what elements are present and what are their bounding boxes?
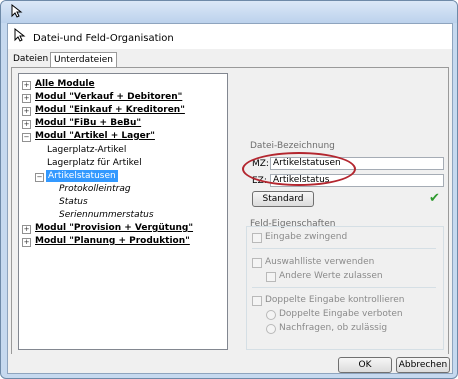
- expand-icon[interactable]: +: [22, 81, 31, 90]
- button-bar: OK Abbrechen: [8, 354, 452, 373]
- tree-item-seriennummerstatus[interactable]: Seriennummerstatus: [59, 209, 154, 221]
- collapse-icon[interactable]: −: [35, 173, 44, 182]
- expand-icon[interactable]: +: [22, 107, 31, 116]
- dialog-window: Datei-und Feld-Organisation Dateien Unte…: [0, 0, 458, 379]
- window-title: Datei-und Feld-Organisation: [33, 33, 174, 44]
- tree-item-fibu[interactable]: Modul "FiBu + BeBu": [35, 117, 141, 129]
- tree-item-lagerplatz-artikel[interactable]: Lagerplatz-Artikel: [47, 144, 126, 156]
- andere-werte-checkbox[interactable]: [266, 272, 276, 282]
- tab-dateien[interactable]: Dateien: [13, 52, 48, 66]
- tree-item-planung[interactable]: Modul "Planung + Produktion": [35, 235, 190, 247]
- datei-bezeichnung-label: Datei-Bezeichnung: [250, 141, 335, 151]
- cursor-icon: [9, 3, 23, 18]
- header-area: Datei-und Feld-Organisation: [8, 24, 452, 49]
- standard-button[interactable]: Standard: [252, 191, 314, 207]
- eingabe-zwingend-label: Eingabe zwingend: [265, 232, 348, 242]
- tab-strip: Dateien Unterdateien: [8, 52, 452, 68]
- title-bar[interactable]: [1, 1, 457, 23]
- cancel-button[interactable]: Abbrechen: [396, 357, 450, 373]
- tree-item-alle-module[interactable]: Alle Module: [35, 78, 95, 90]
- doppelte-kontrollieren-label: Doppelte Eingabe kontrollieren: [265, 295, 405, 305]
- tab-unterdateien[interactable]: Unterdateien: [50, 52, 117, 68]
- dialog-body: Datei-und Feld-Organisation Dateien Unte…: [7, 23, 453, 374]
- tree-item-artikelstatusen[interactable]: Artikelstatusen: [46, 170, 118, 182]
- module-tree[interactable]: + Alle Module + Modul "Verkauf + Debitor…: [18, 73, 228, 350]
- tab-panel: + Alle Module + Modul "Verkauf + Debitor…: [11, 67, 449, 356]
- tree-item-protokolleintrag[interactable]: Protokolleintrag: [59, 183, 131, 195]
- nachfragen-label: Nachfragen, ob zulässig: [279, 323, 388, 333]
- checkmark-icon[interactable]: ✔: [429, 191, 440, 206]
- highlight-oval: [242, 152, 356, 186]
- divider: [252, 287, 436, 288]
- auswahlliste-checkbox[interactable]: [252, 258, 262, 268]
- tree-item-verkauf[interactable]: Modul "Verkauf + Debitoren": [35, 91, 182, 103]
- tree-item-provision[interactable]: Modul "Provision + Vergütung": [35, 222, 193, 234]
- expand-icon[interactable]: +: [22, 94, 31, 103]
- tree-item-artikel-lager[interactable]: Modul "Artikel + Lager": [35, 130, 155, 142]
- tree-item-einkauf[interactable]: Modul "Einkauf + Kreditoren": [35, 104, 185, 116]
- doppelte-verboten-label: Doppelte Eingabe verboten: [279, 309, 403, 319]
- tree-item-status[interactable]: Status: [59, 196, 88, 208]
- ok-button[interactable]: OK: [338, 357, 392, 373]
- doppelte-verboten-radio[interactable]: [266, 310, 276, 320]
- expand-icon[interactable]: +: [22, 238, 31, 247]
- doppelte-kontrollieren-checkbox[interactable]: [252, 296, 262, 306]
- divider: [252, 248, 436, 249]
- tree-item-lagerplatz-fuer-artikel[interactable]: Lagerplatz für Artikel: [47, 157, 142, 169]
- expand-icon[interactable]: +: [22, 120, 31, 129]
- expand-icon[interactable]: +: [22, 225, 31, 234]
- auswahlliste-label: Auswahlliste verwenden: [265, 257, 375, 267]
- eingabe-zwingend-checkbox[interactable]: [252, 233, 262, 243]
- collapse-icon[interactable]: −: [22, 133, 31, 142]
- pointer-icon: [12, 27, 26, 42]
- nachfragen-radio[interactable]: [266, 324, 276, 334]
- andere-werte-label: Andere Werte zulassen: [279, 271, 383, 281]
